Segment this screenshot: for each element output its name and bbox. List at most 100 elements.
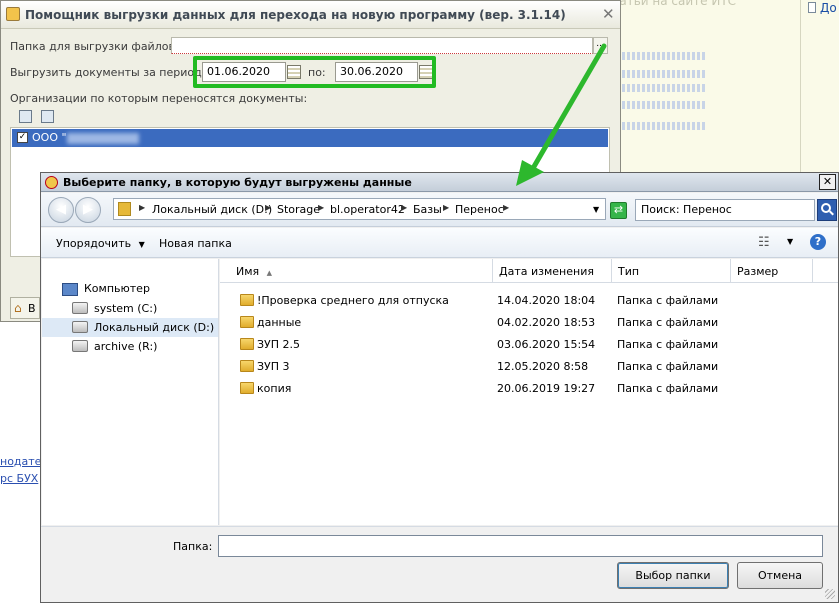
chevron-right-icon[interactable]: ▶ (139, 203, 145, 212)
browse-folder-button[interactable]: ... (593, 37, 608, 54)
back-arrow-icon[interactable]: ◀ (48, 197, 74, 223)
organize-menu[interactable]: Упорядочить ▼ (56, 237, 145, 250)
search-input[interactable]: Поиск: Перенос (635, 199, 815, 221)
export-folder-label: Папка для выгрузки файлов: (10, 40, 179, 53)
file-type: Папка с файлами (617, 360, 719, 373)
table-row[interactable]: данные 04.02.2020 18:53 Папка с файлами (220, 311, 838, 333)
table-row[interactable]: !Проверка среднего для отпуска 14.04.202… (220, 289, 838, 311)
assistant-back-button[interactable]: ⌂ В (10, 297, 40, 319)
1c-app-icon (45, 176, 58, 189)
background-left-link[interactable]: рс БУХ (0, 472, 38, 485)
chevron-right-icon[interactable]: ▶ (318, 203, 324, 212)
file-type: Папка с файлами (617, 382, 719, 395)
file-date: 12.05.2020 8:58 (497, 360, 589, 373)
file-name: ЗУП 2.5 (257, 338, 301, 351)
background-link[interactable] (617, 70, 707, 78)
cancel-button[interactable]: Отмена (737, 562, 823, 589)
background-link[interactable] (617, 84, 707, 92)
document-icon (808, 2, 816, 13)
organizations-label: Организации по которым переносятся докум… (10, 92, 308, 105)
check-all-icon[interactable] (19, 110, 32, 123)
assistant-title: Помощник выгрузки данных для перехода на… (25, 8, 566, 22)
org-name: ООО " (32, 131, 67, 144)
assistant-titlebar: Помощник выгрузки данных для перехода на… (1, 1, 620, 29)
file-type: Папка с файлами (617, 294, 719, 307)
table-row[interactable]: копия 20.06.2019 19:27 Папка с файлами (220, 377, 838, 399)
column-header-row: Имя ▲ Дата изменения Тип Размер (220, 259, 838, 283)
command-bar: Упорядочить ▼ Новая папка ☷ ▼ ? (41, 228, 838, 258)
column-header-size[interactable]: Размер (731, 259, 813, 283)
navigation-pane[interactable]: Компьютер system (C:) Локальный диск (D:… (42, 259, 219, 525)
close-icon[interactable]: ✕ (819, 174, 836, 190)
breadcrumb-item[interactable]: Перенос (455, 203, 504, 216)
file-name: ЗУП 3 (257, 360, 290, 373)
column-header-name[interactable]: Имя ▲ (220, 259, 493, 283)
period-highlight-frame (193, 56, 436, 88)
view-options-icon[interactable]: ☷ (758, 235, 770, 250)
drive-icon (72, 321, 88, 333)
folder-icon (240, 316, 254, 328)
file-type: Папка с файлами (617, 338, 719, 351)
chevron-right-icon[interactable]: ▶ (265, 203, 271, 212)
computer-icon (62, 283, 78, 296)
file-date: 14.04.2020 18:04 (497, 294, 596, 307)
background-link[interactable] (617, 122, 707, 130)
organize-label: Упорядочить (56, 237, 132, 250)
its-articles-header: Статьи на сайте ИТС (604, 0, 737, 8)
drive-icon (72, 302, 88, 314)
tree-item-local-disk-d[interactable]: Локальный диск (D:) (42, 318, 218, 337)
chevron-right-icon[interactable]: ▶ (401, 203, 407, 212)
forward-arrow-icon[interactable]: ▶ (75, 197, 101, 223)
folder-name-input[interactable] (218, 535, 823, 557)
tree-item-label: system (C:) (94, 302, 158, 315)
file-date: 20.06.2019 19:27 (497, 382, 596, 395)
folder-icon (240, 294, 254, 306)
help-icon[interactable]: ? (810, 234, 826, 250)
column-header-type[interactable]: Тип (612, 259, 731, 283)
file-list[interactable]: Имя ▲ Дата изменения Тип Размер !Проверк… (220, 259, 838, 525)
folder-icon (240, 382, 254, 394)
tree-item-label: archive (R:) (94, 340, 158, 353)
select-folder-button[interactable]: Выбор папки (617, 562, 729, 589)
sort-up-icon: ▲ (266, 269, 273, 277)
chevron-down-icon[interactable]: ▼ (593, 205, 599, 214)
search-button[interactable] (817, 199, 837, 221)
breadcrumb-item[interactable]: Локальный диск (D:) (152, 203, 272, 216)
folder-icon (240, 360, 254, 372)
breadcrumb-item[interactable]: bl.operator42 (330, 203, 405, 216)
org-name-redacted (67, 133, 139, 144)
tree-item-system-drive[interactable]: system (C:) (42, 299, 218, 318)
table-row[interactable]: ЗУП 3 12.05.2020 8:58 Папка с файлами (220, 355, 838, 377)
background-divider (800, 0, 801, 175)
breadcrumb-item[interactable]: Storage (277, 203, 320, 216)
tree-item-computer[interactable]: Компьютер (42, 279, 218, 298)
documents-link[interactable]: До (820, 1, 837, 15)
breadcrumb-item[interactable]: Базы (413, 203, 442, 216)
file-name: !Проверка среднего для отпуска (257, 294, 449, 307)
close-icon[interactable]: ✕ (602, 5, 615, 23)
column-header-date[interactable]: Дата изменения (493, 259, 612, 283)
dialog-footer: Папка: Выбор папки Отмена (41, 526, 838, 602)
file-date: 04.02.2020 18:53 (497, 316, 596, 329)
new-folder-button[interactable]: Новая папка (159, 237, 232, 250)
breadcrumb[interactable]: ▶ Локальный диск (D:) ▶ Storage ▶ bl.ope… (113, 198, 606, 220)
column-label: Имя (236, 265, 260, 278)
folder-field-label: Папка: (173, 540, 213, 553)
background-link[interactable] (617, 101, 707, 109)
list-item[interactable]: ✓ ООО " (12, 129, 608, 147)
export-folder-input[interactable] (171, 37, 593, 54)
file-name: копия (257, 382, 292, 395)
period-label: Выгрузить документы за период с: (10, 66, 215, 79)
table-row[interactable]: ЗУП 2.5 03.06.2020 15:54 Папка с файлами (220, 333, 838, 355)
org-checkbox[interactable]: ✓ (17, 132, 28, 143)
chevron-right-icon[interactable]: ▶ (443, 203, 449, 212)
uncheck-all-icon[interactable] (41, 110, 54, 123)
address-bar: ◀ ▶ ▶ Локальный диск (D:) ▶ Storage ▶ bl… (41, 193, 838, 227)
chevron-down-icon[interactable]: ▼ (787, 237, 793, 246)
chevron-right-icon[interactable]: ▶ (503, 203, 509, 212)
resize-grip[interactable] (825, 589, 835, 599)
refresh-icon[interactable]: ⇄ (610, 202, 627, 219)
tree-item-archive-drive[interactable]: archive (R:) (42, 337, 218, 356)
background-link[interactable] (617, 52, 707, 60)
drive-icon (72, 340, 88, 352)
